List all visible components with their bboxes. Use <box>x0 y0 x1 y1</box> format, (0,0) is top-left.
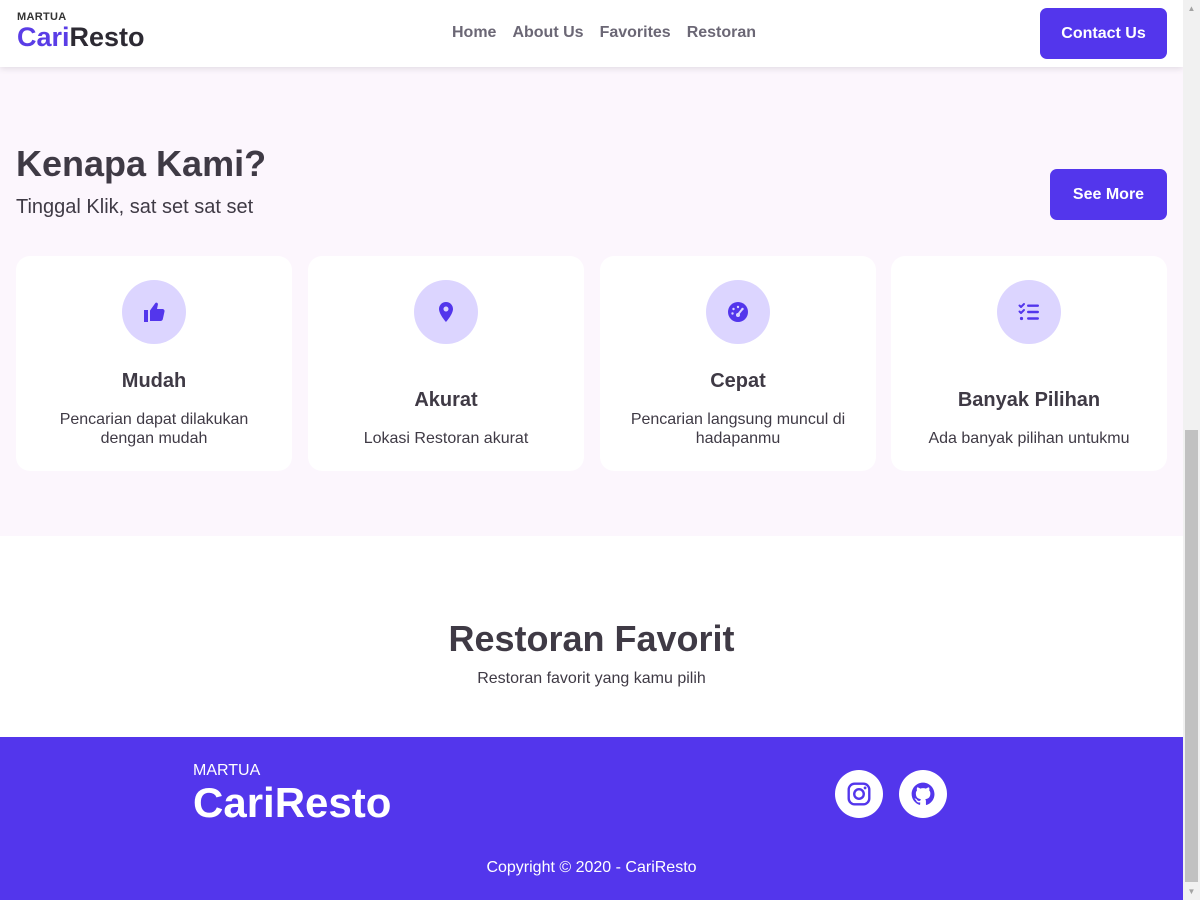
nav-link-home[interactable]: Home <box>452 24 496 42</box>
feature-card-banyak-pilihan: Banyak Pilihan Ada banyak pilihan untukm… <box>891 256 1167 471</box>
nav-link-favorites[interactable]: Favorites <box>600 24 671 42</box>
github-icon <box>911 782 935 805</box>
feature-title: Mudah <box>121 370 187 392</box>
see-more-button[interactable]: See More <box>1050 169 1167 220</box>
feature-title: Akurat <box>414 389 478 411</box>
favorites-subtitle: Restoran favorit yang kamu pilih <box>477 670 706 687</box>
brand-name: CariResto <box>17 24 145 51</box>
scroll-down-arrow-icon[interactable]: ▼ <box>1183 883 1200 900</box>
scrollbar-thumb[interactable] <box>1185 430 1198 882</box>
footer-brand: MARTUA CariResto <box>193 762 391 824</box>
nav-link-restoran[interactable]: Restoran <box>687 24 756 42</box>
copyright-text: Copyright © 2020 - CariResto <box>486 859 697 876</box>
footer-brand-small: MARTUA <box>193 762 261 779</box>
speedometer-icon <box>706 280 770 344</box>
contact-us-button[interactable]: Contact Us <box>1040 8 1167 59</box>
why-us-title: Kenapa Kami? <box>16 143 267 184</box>
location-pin-icon <box>414 280 478 344</box>
instagram-link[interactable] <box>835 770 883 818</box>
navbar: MARTUA CariResto Home About Us Favorites… <box>0 0 1183 67</box>
feature-card-mudah: Mudah Pencarian dapat dilakukan dengan m… <box>16 256 292 471</box>
feature-desc: Pencarian dapat dilakukan dengan mudah <box>59 411 249 447</box>
feature-card-akurat: Akurat Lokasi Restoran akurat <box>308 256 584 471</box>
feature-card-cepat: Cepat Pencarian langsung muncul di hadap… <box>600 256 876 471</box>
why-us-section: Kenapa Kami? Tinggal Klik, sat set sat s… <box>0 67 1183 536</box>
vertical-scrollbar[interactable]: ▲ ▼ <box>1183 0 1200 900</box>
feature-desc: Lokasi Restoran akurat <box>363 430 529 447</box>
thumbs-up-icon <box>122 280 186 344</box>
brand-cari: Cari <box>17 22 70 52</box>
favorites-title: Restoran Favorit <box>448 618 735 659</box>
feature-title: Banyak Pilihan <box>957 389 1101 411</box>
brand-resto: Resto <box>69 22 145 52</box>
nav-link-about-us[interactable]: About Us <box>512 24 583 42</box>
footer-brand-name: CariResto <box>193 779 392 826</box>
footer: MARTUA CariResto Copyright © 2020 - Cari… <box>0 737 1183 900</box>
checklist-icon <box>997 280 1061 344</box>
scroll-up-arrow-icon[interactable]: ▲ <box>1183 0 1200 17</box>
why-us-subtitle: Tinggal Klik, sat set sat set <box>16 196 254 218</box>
feature-title: Cepat <box>710 370 766 392</box>
github-link[interactable] <box>899 770 947 818</box>
page: MARTUA CariResto Home About Us Favorites… <box>0 0 1183 900</box>
instagram-icon <box>847 782 871 806</box>
feature-desc: Pencarian langsung muncul di hadapanmu <box>630 411 846 447</box>
nav-menu: Home About Us Favorites Restoran <box>452 24 756 42</box>
favorites-section: Restoran Favorit Restoran favorit yang k… <box>0 536 1183 737</box>
feature-desc: Ada banyak pilihan untukmu <box>928 430 1130 447</box>
brand-logo[interactable]: MARTUA CariResto <box>17 11 145 51</box>
